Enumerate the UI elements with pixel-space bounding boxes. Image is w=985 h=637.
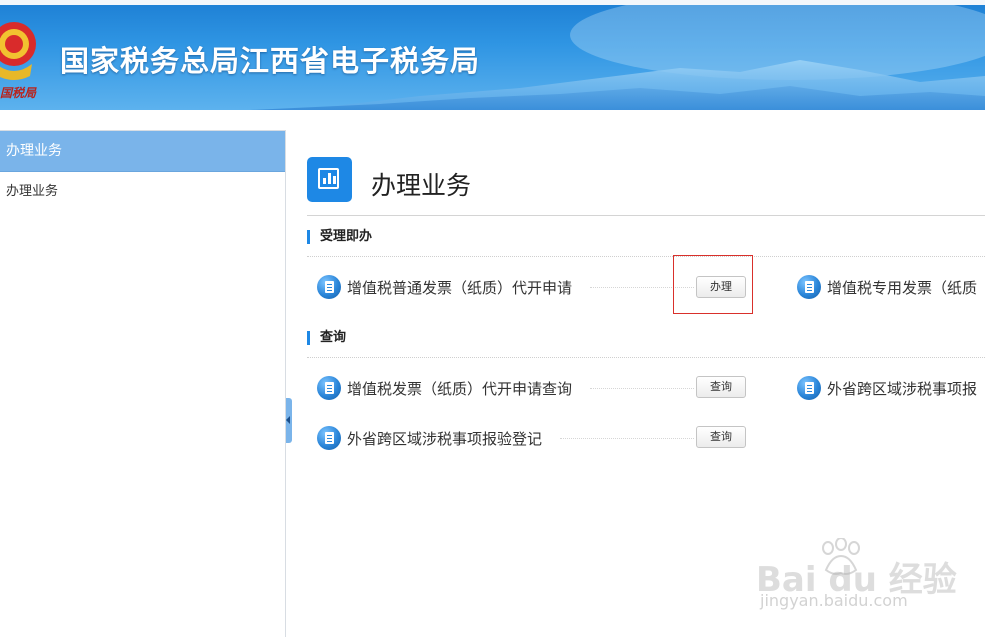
title-divider (307, 215, 985, 216)
sidebar-item-handle-business[interactable]: 办理业务 (0, 183, 285, 201)
service-label[interactable]: 增值税发票（纸质）代开申请查询 (347, 378, 572, 399)
document-icon (317, 426, 341, 450)
section-title-query: 查询 (307, 331, 346, 345)
site-title: 国家税务总局江西省电子税务局 (60, 44, 481, 78)
header-top-strip (0, 0, 985, 5)
query-button[interactable]: 查询 (696, 376, 746, 398)
section-divider (307, 357, 985, 358)
service-label[interactable]: 增值税专用发票（纸质 (827, 277, 985, 298)
sidebar: 办理业务 办理业务 (0, 130, 286, 637)
bar-chart-icon (307, 157, 352, 202)
service-label[interactable]: 增值税普通发票（纸质）代开申请 (347, 277, 572, 298)
sidebar-collapse-handle[interactable] (286, 398, 292, 443)
document-icon (797, 275, 821, 299)
page-title: 办理业务 (371, 171, 472, 200)
site-header: 国税局 国家税务总局江西省电子税务局 (0, 0, 985, 110)
leader-dots (560, 438, 694, 439)
leader-dots (590, 388, 694, 389)
document-icon (317, 275, 341, 299)
highlight-annotation-box (673, 255, 753, 314)
sidebar-heading[interactable]: 办理业务 (0, 131, 285, 172)
service-label[interactable]: 外省跨区域涉税事项报 (827, 378, 985, 399)
section-divider (307, 256, 985, 257)
section-title-instant: 受理即办 (307, 230, 372, 244)
service-label[interactable]: 外省跨区域涉税事项报验登记 (347, 428, 542, 449)
collapse-arrow-icon (286, 416, 290, 424)
query-button[interactable]: 查询 (696, 426, 746, 448)
emblem-signature: 国税局 (0, 86, 37, 100)
watermark-url: jingyan.baidu.com (760, 591, 908, 610)
document-icon (317, 376, 341, 400)
document-icon (797, 376, 821, 400)
